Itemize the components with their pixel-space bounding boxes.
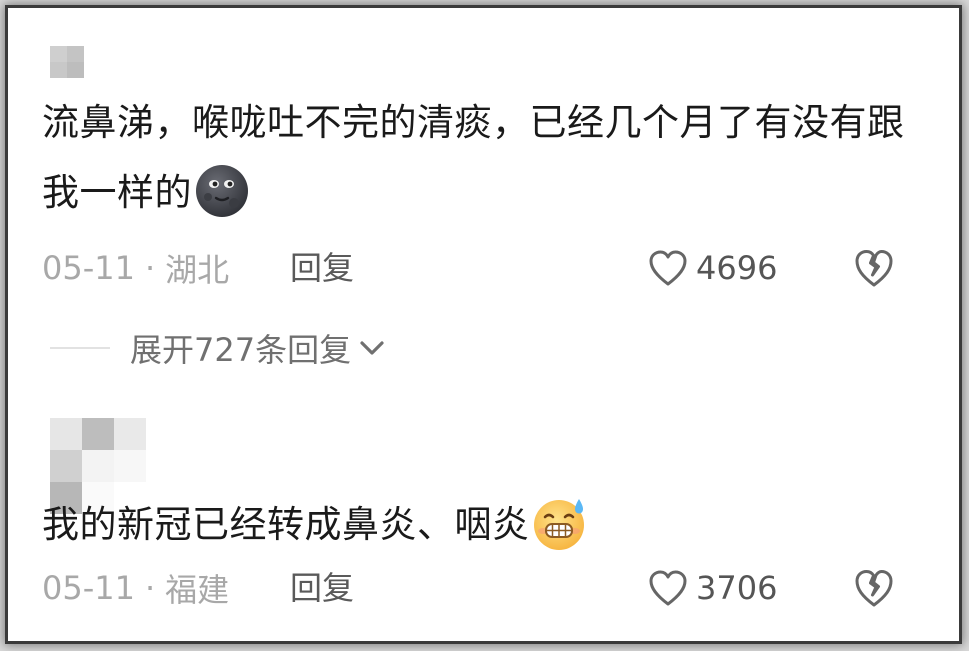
broken-heart-icon bbox=[855, 250, 893, 287]
chevron-down-icon bbox=[360, 341, 384, 355]
pixelated-avatar[interactable] bbox=[50, 46, 84, 78]
heart-outline-icon bbox=[649, 250, 687, 286]
meta-separator: · bbox=[144, 249, 156, 287]
meta-separator: · bbox=[144, 569, 156, 607]
comment-location: 湖北 bbox=[165, 251, 230, 289]
comment-date: 05-11 bbox=[42, 249, 135, 287]
like-count: 4696 bbox=[696, 249, 778, 287]
comment-meta: 05-11 · 福建 bbox=[42, 566, 229, 610]
like-count: 3706 bbox=[696, 569, 778, 607]
comment-date: 05-11 bbox=[42, 569, 135, 607]
new-moon-face-emoji bbox=[196, 165, 248, 217]
divider-line bbox=[50, 347, 110, 349]
comment-meta: 05-11 · 湖北 bbox=[42, 246, 229, 290]
dislike-button[interactable] bbox=[850, 566, 898, 610]
comment-location: 福建 bbox=[165, 571, 230, 609]
comment-text: 流鼻涕，喉咙吐不完的清痰，已经几个月了有没有跟我一样的 bbox=[42, 88, 912, 228]
comment-panel: 流鼻涕，喉咙吐不完的清痰，已经几个月了有没有跟我一样的 05-11 · 湖北 回… bbox=[8, 8, 959, 641]
dislike-button[interactable] bbox=[850, 246, 898, 290]
like-button[interactable]: 4696 bbox=[648, 246, 777, 290]
heart-outline-icon bbox=[649, 570, 687, 606]
expand-replies-button[interactable]: 展开727条回复 bbox=[50, 326, 385, 370]
reply-button[interactable]: 回复 bbox=[290, 566, 354, 610]
reply-button[interactable]: 回复 bbox=[290, 246, 354, 290]
comment-text: 我的新冠已经转成鼻炎、咽炎 bbox=[42, 490, 942, 560]
like-button[interactable]: 3706 bbox=[648, 566, 777, 610]
expand-replies-label: 展开727条回复 bbox=[130, 331, 352, 369]
broken-heart-icon bbox=[855, 570, 893, 607]
grinning-sweat-face-emoji bbox=[533, 499, 584, 550]
